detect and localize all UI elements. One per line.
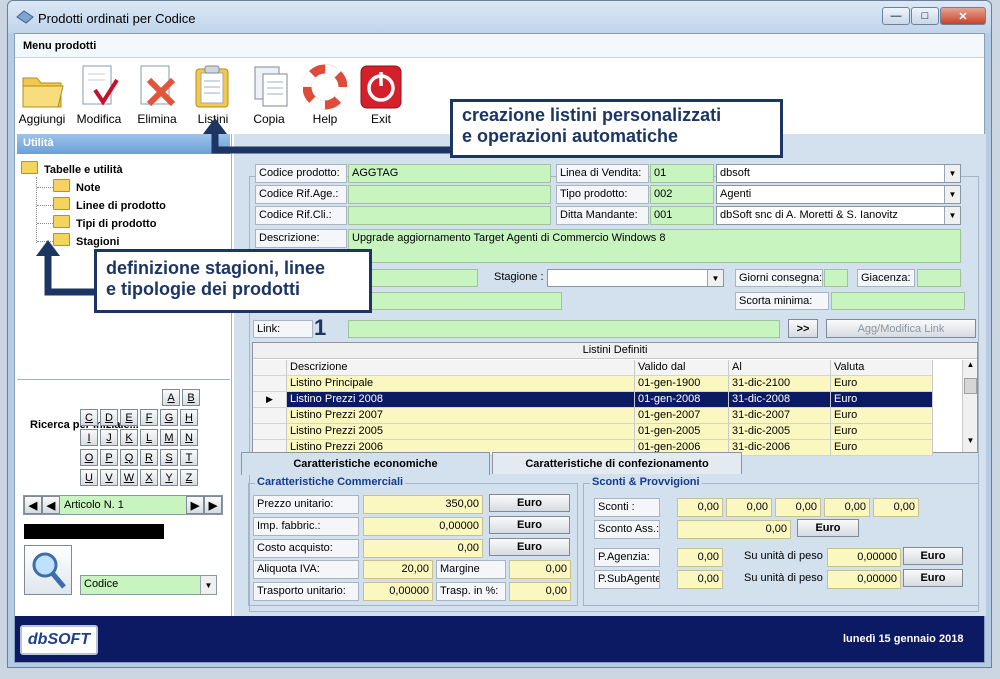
- stagioni-callout-line1: definizione stagioni, linee: [106, 258, 326, 278]
- stagioni-callout: definizione stagioni, linee e tipologie …: [94, 249, 372, 313]
- listini-callout-line2: e operazioni automatiche: [462, 126, 679, 146]
- listini-callout: creazione listini personalizzati e opera…: [450, 99, 783, 158]
- stagioni-callout-line2: e tipologie dei prodotti: [106, 279, 300, 299]
- listini-callout-line1: creazione listini personalizzati: [462, 105, 722, 125]
